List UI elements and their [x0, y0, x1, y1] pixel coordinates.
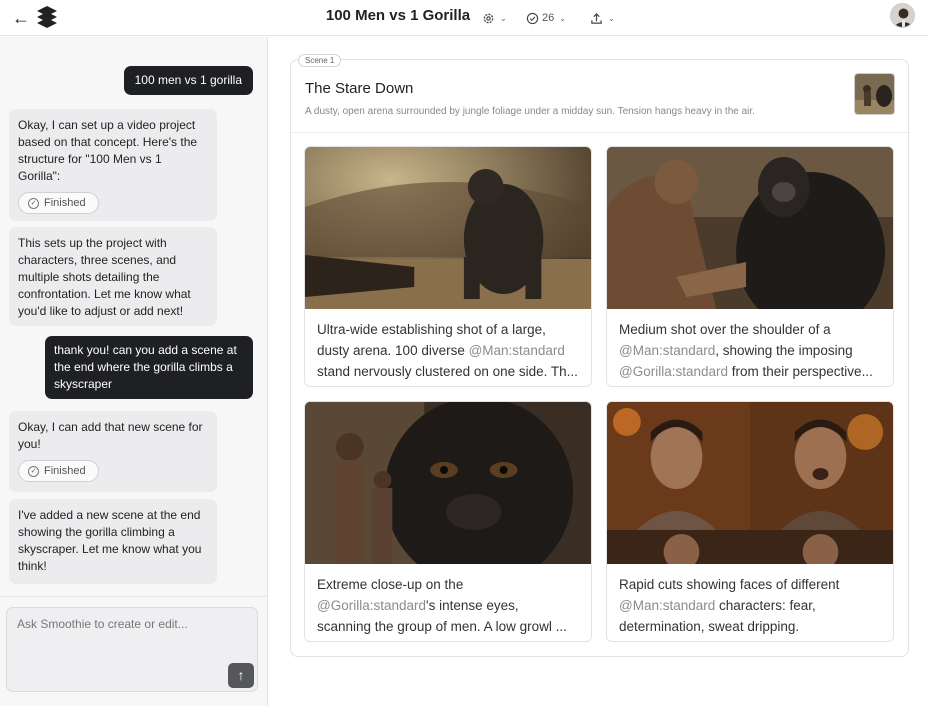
assistant-message: Okay, I can add that new scene for you! … [9, 411, 217, 492]
character-mention: @Man:standard [619, 343, 716, 358]
status-label: Finished [44, 464, 86, 477]
shot-text-segment: determination, sweat dripping. [619, 619, 800, 634]
shot-line: @Gorilla:standard's intense eyes, [317, 595, 583, 616]
shot-text-segment: stand nervously clustered on one side. T… [317, 364, 578, 379]
shot-card[interactable]: Ultra-wide establishing shot of a large,… [304, 146, 592, 387]
assistant-message: Okay, I can set up a video project based… [9, 109, 217, 221]
message-line: Okay, I can set up a video project [18, 118, 196, 132]
message-line: you! [18, 437, 41, 451]
credits-menu[interactable]: 26 ⌄ [526, 8, 566, 28]
scene-description: A dusty, open arena surrounded by jungle… [305, 106, 755, 117]
scene-tag: Scene 1 [298, 54, 342, 67]
shot-description: Rapid cuts showing faces of different @M… [619, 574, 885, 637]
shot-line: dusty arena. 100 diverse @Man:standard [317, 340, 583, 361]
assistant-message: This sets up the project with characters… [9, 227, 217, 326]
credits-count: 26 [542, 12, 555, 24]
clock-icon [526, 12, 539, 24]
shot-text-segment: dusty arena. 100 diverse [317, 343, 469, 358]
divider [0, 596, 267, 597]
send-button[interactable]: ↑ [228, 663, 254, 688]
shot-description: Ultra-wide establishing shot of a large,… [317, 319, 583, 382]
shot-text-segment: Extreme close-up on the [317, 577, 464, 592]
top-bar: ← 100 Men vs 1 Gorilla ⌄ 26 ⌄ ⌄ [0, 0, 928, 36]
scene-header: The Stare Down A dusty, open arena surro… [291, 60, 908, 133]
page-title: 100 Men vs 1 Gorilla [325, 7, 471, 24]
shot-image [305, 147, 591, 309]
check-circle-icon: ✓ [28, 465, 39, 477]
share-menu[interactable]: ⌄ [590, 8, 615, 28]
status-label: Finished [44, 196, 86, 209]
shot-line: scanning the group of men. A low growl .… [317, 616, 583, 637]
check-circle-icon: ✓ [28, 197, 39, 209]
message-line: structure for "100 Men vs 1 [18, 152, 162, 166]
shot-line: Medium shot over the shoulder of a [619, 319, 885, 340]
shot-image [607, 147, 893, 309]
assistant-message: I've added a new scene at the end showin… [9, 499, 217, 584]
shot-card[interactable]: Rapid cuts showing faces of different @M… [606, 401, 894, 642]
shot-description: Medium shot over the shoulder of a @Man:… [619, 319, 885, 382]
upload-icon [591, 12, 602, 24]
chevron-down-icon: ⌄ [559, 13, 566, 23]
arrow-left-icon[interactable]: ← [12, 7, 34, 29]
message-line: Gorilla": [18, 169, 61, 183]
finished-status-button[interactable]: ✓ Finished [18, 460, 99, 482]
shot-line: @Man:standard characters: fear, [619, 595, 885, 616]
message-line: the end where the gorilla climbs a [54, 360, 233, 374]
shot-text-segment: scanning the group of men. A low growl .… [317, 619, 567, 634]
message-line: skyscraper [54, 377, 113, 391]
shot-text-segment: characters: fear, [715, 598, 816, 613]
shot-text-segment: Rapid cuts showing faces of different [619, 577, 840, 592]
shot-image [607, 402, 893, 564]
scene-title: The Stare Down [305, 80, 414, 97]
shot-text-segment: , showing the imposing [715, 343, 853, 358]
shot-line: @Man:standard, showing the imposing [619, 340, 885, 361]
shot-line: determination, sweat dripping. [619, 616, 885, 637]
shot-text-segment: 's intense eyes, [426, 598, 519, 613]
message-line: characters, three scenes, and [18, 253, 177, 267]
shot-description: Extreme close-up on the @Gorilla:standar… [317, 574, 583, 637]
message-line: based on that concept. Here's the [18, 135, 198, 149]
app-logo[interactable] [33, 5, 61, 32]
message-line: Okay, I can add that new scene for [18, 420, 203, 434]
avatar[interactable] [890, 3, 915, 28]
shot-text-segment: Medium shot over the shoulder of a [619, 322, 831, 337]
shot-card[interactable]: Medium shot over the shoulder of a @Man:… [606, 146, 894, 387]
scene-thumbnail[interactable] [854, 73, 895, 115]
character-mention: @Gorilla:standard [317, 598, 427, 613]
message-line: multiple shots detailing the [18, 270, 160, 284]
chat-panel: 100 men vs 1 gorilla Okay, I can set up … [0, 37, 268, 706]
message-line: skyscraper. Let me know what you [18, 542, 202, 556]
character-mention: @Man:standard [468, 343, 565, 358]
shot-line: @Gorilla:standard from their perspective… [619, 361, 885, 382]
shot-card[interactable]: Extreme close-up on the @Gorilla:standar… [304, 401, 592, 642]
message-line: confrontation. Let me know what [18, 287, 191, 301]
chevron-down-icon: ⌄ [608, 13, 615, 23]
shot-text-segment: from their perspective... [728, 364, 873, 379]
message-line: I've added a new scene at the end [18, 508, 201, 522]
message-line: think! [18, 559, 47, 573]
character-mention: @Man:standard [619, 598, 716, 613]
character-mention: @Gorilla:standard [619, 364, 729, 379]
finished-status-button[interactable]: ✓ Finished [18, 192, 99, 214]
message-line: This sets up the project with [18, 236, 167, 250]
gear-icon [483, 13, 494, 23]
settings-menu[interactable]: ⌄ [482, 8, 507, 28]
chevron-down-icon: ⌄ [500, 13, 507, 23]
shot-text-segment: Ultra-wide establishing shot of a large, [317, 322, 546, 337]
user-message: thank you! can you add a scene at the en… [45, 336, 253, 399]
chat-input[interactable] [7, 608, 257, 691]
shot-image [305, 402, 591, 564]
message-line: thank you! can you add a scene at [54, 343, 237, 357]
shot-line: stand nervously clustered on one side. T… [317, 361, 583, 382]
shot-line: Ultra-wide establishing shot of a large, [317, 319, 583, 340]
shot-line: Rapid cuts showing faces of different [619, 574, 885, 595]
user-message: 100 men vs 1 gorilla [123, 66, 253, 95]
message-line: you'd like to adjust or add next! [18, 304, 184, 318]
message-text: 100 men vs 1 gorilla [134, 73, 242, 87]
message-line: showing the gorilla climbing a [18, 525, 175, 539]
chat-input-box: ↑ [6, 607, 258, 692]
shot-line: Extreme close-up on the [317, 574, 583, 595]
